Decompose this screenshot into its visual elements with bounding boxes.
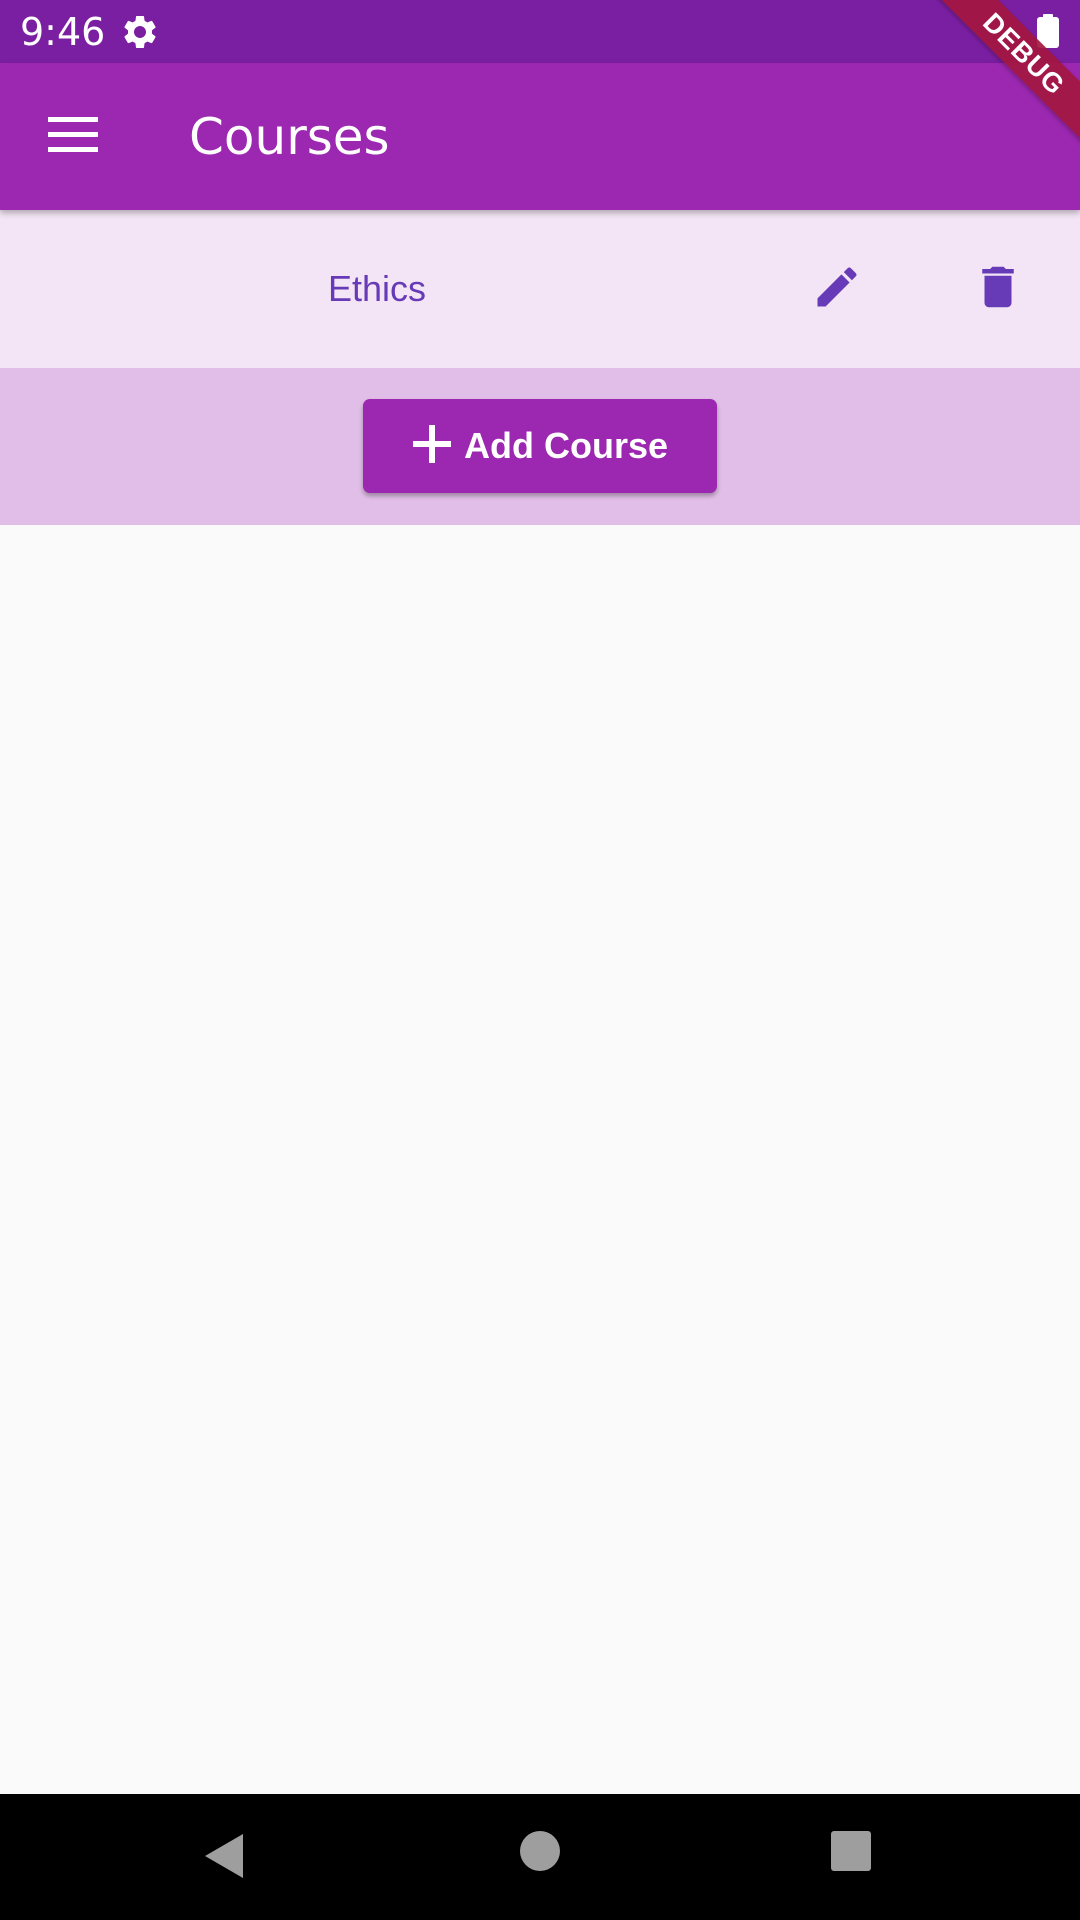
add-course-area: Add Course <box>0 368 1080 525</box>
gear-icon <box>120 12 160 52</box>
recents-icon[interactable] <box>831 1831 871 1871</box>
home-icon[interactable] <box>520 1831 560 1871</box>
menu-icon <box>48 116 98 158</box>
navigation-bar <box>0 1794 1080 1920</box>
add-course-label: Add Course <box>463 425 668 466</box>
plus-icon <box>412 424 452 469</box>
menu-button[interactable] <box>24 101 122 173</box>
delete-course-button[interactable] <box>958 256 1038 322</box>
debug-banner: DEBUG <box>903 0 1080 175</box>
page-title: Courses <box>189 108 390 166</box>
course-name[interactable]: Ethics <box>0 210 754 368</box>
back-icon[interactable] <box>205 1834 245 1883</box>
add-course-button[interactable]: Add Course <box>363 399 717 493</box>
course-row[interactable]: Ethics <box>0 210 1080 368</box>
edit-course-button[interactable] <box>797 256 877 322</box>
trash-icon <box>971 260 1025 319</box>
debug-banner-corner: DEBUG <box>880 0 1080 200</box>
status-time: 9:46 <box>20 10 106 54</box>
pencil-icon <box>811 261 863 318</box>
